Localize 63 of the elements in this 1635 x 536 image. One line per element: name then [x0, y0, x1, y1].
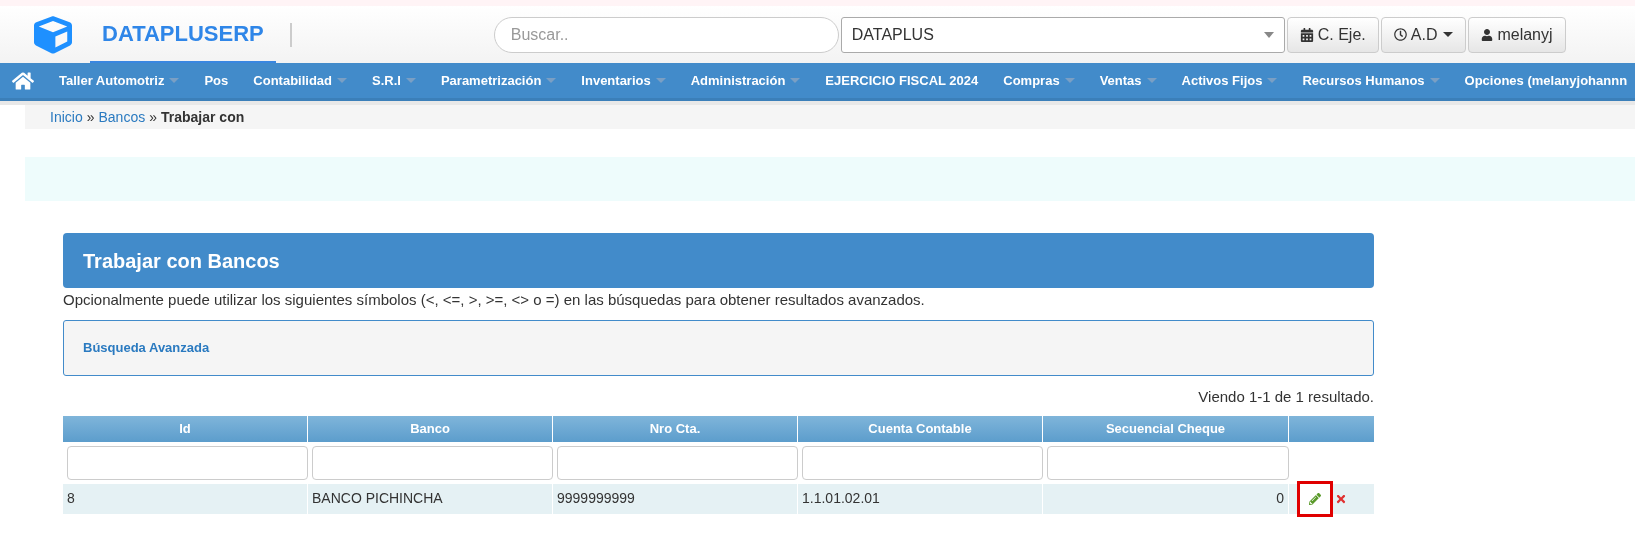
caret-icon: [1429, 78, 1440, 83]
column-header[interactable]: Secuencial Cheque: [1043, 415, 1289, 442]
nav-menu-item[interactable]: Taller Automotriz: [59, 70, 180, 91]
caret-icon: [1146, 78, 1157, 83]
header-button[interactable]: C. Eje.: [1286, 16, 1379, 53]
hint-text: Opcionalmente puede utilizar los siguientes símbolos (<, <=, >, >=, <> o =) en las búsquedas para obtener resultados avanzados.: [63, 290, 926, 310]
column-header[interactable]: Id: [63, 415, 308, 442]
nav-menu-item[interactable]: Recursos Humanos: [1302, 70, 1440, 91]
advanced-search-link[interactable]: Búsqueda Avanzada: [83, 338, 210, 358]
nav-menu-item[interactable]: Ventas: [1099, 70, 1157, 91]
panel-title: Trabajar con Bancos: [83, 248, 280, 274]
breadcrumb-current: Trabajar con: [161, 107, 245, 127]
results-summary: Viendo 1-1 de 1 resultado.: [1198, 387, 1374, 407]
caret-icon: [655, 78, 666, 83]
nav-menu-item[interactable]: S.R.I: [372, 70, 416, 91]
nav-menu-item[interactable]: Opciones (melanyjohannn: [1464, 70, 1628, 91]
caret-icon: [546, 78, 557, 83]
column-header[interactable]: Cuenta Contable: [798, 415, 1043, 442]
table-cell: 0: [1043, 483, 1289, 514]
caret-icon: [337, 78, 347, 83]
caret-icon: [1267, 78, 1278, 83]
search-field[interactable]: Buscar..: [493, 16, 839, 53]
caret-icon: [405, 78, 416, 83]
nav-menu-item[interactable]: Contabilidad: [253, 70, 347, 91]
cube-logo-icon: [34, 15, 72, 54]
nav-menu-item[interactable]: EJERCICIO FISCAL 2024: [825, 70, 979, 91]
breadcrumb-link[interactable]: Bancos: [98, 106, 146, 128]
table-cell: 8: [63, 483, 308, 514]
filter-field[interactable]: [557, 445, 798, 480]
nav-menu-item[interactable]: Parametrización: [440, 70, 557, 91]
filter-field[interactable]: [1047, 445, 1289, 480]
caret-icon: [1263, 31, 1274, 38]
caret-icon: [169, 78, 180, 83]
caret-icon: [790, 78, 801, 83]
filter-field[interactable]: [802, 445, 1043, 480]
pencil-icon: [1309, 492, 1321, 505]
column-header[interactable]: Banco: [308, 415, 553, 442]
table-cell: 9999999999: [553, 483, 798, 514]
nav-menu-item[interactable]: Pos: [204, 70, 229, 91]
caret-icon: [1064, 78, 1075, 83]
user-icon: [1481, 28, 1494, 41]
nav-menu-item[interactable]: Administración: [690, 70, 801, 91]
table-cell: 1.1.01.02.01: [798, 483, 1043, 514]
filter-field[interactable]: [67, 445, 308, 480]
delete-icon[interactable]: [1335, 492, 1347, 505]
breadcrumb-link[interactable]: Inicio: [50, 106, 83, 128]
clock-icon: [1393, 28, 1407, 41]
header-button[interactable]: melanyj: [1468, 16, 1566, 53]
breadcrumb-separator: »: [149, 107, 157, 127]
table-cell: BANCO PICHINCHA: [308, 483, 553, 514]
header-button[interactable]: A.D: [1380, 16, 1467, 53]
logo-text[interactable]: DATAPLUSERP: [102, 17, 264, 50]
nav-menu-item[interactable]: Inventarios: [581, 70, 666, 91]
caret-icon: [1443, 32, 1454, 37]
nav-menu-item[interactable]: Compras: [1003, 70, 1075, 91]
edit-button[interactable]: [1297, 480, 1333, 517]
company-select[interactable]: DATAPLUS: [840, 16, 1285, 53]
home-icon[interactable]: [12, 70, 34, 91]
filter-field[interactable]: [312, 445, 553, 480]
column-header[interactable]: Nro Cta.: [553, 415, 798, 442]
nav-menu-item[interactable]: Activos Fijos: [1181, 70, 1278, 91]
breadcrumb-separator: »: [86, 107, 95, 127]
calendar-icon: [1299, 27, 1314, 42]
